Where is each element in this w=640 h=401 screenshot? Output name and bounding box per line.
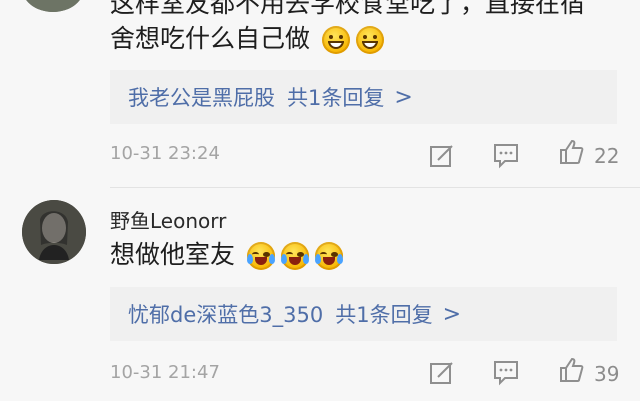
chevron-right-icon: >: [394, 84, 413, 110]
like-count: 22: [594, 144, 620, 168]
replies-link[interactable]: 我老公是黑屁股 共1条回复 >: [110, 70, 617, 124]
grin-icon: [321, 26, 350, 54]
comment-text-line: 想做他室友: [110, 240, 343, 270]
avatar[interactable]: [22, 200, 86, 264]
comment-text-line: 这样室友都不用去学校食堂吃了，直接在宿: [110, 0, 586, 18]
laugh-cry-icon: [246, 242, 275, 270]
username[interactable]: 野鱼Leonorr: [110, 205, 226, 234]
avatar[interactable]: [22, 0, 84, 12]
reply-count[interactable]: 共1条回复: [335, 299, 432, 329]
avatar-image: [22, 200, 86, 264]
emoji-row: [246, 242, 343, 270]
divider: [110, 187, 640, 188]
reply-author[interactable]: 忧郁de深蓝色3_350: [128, 299, 323, 329]
laugh-cry-icon: [280, 242, 309, 270]
grin-icon: [355, 26, 384, 54]
avatar-image: [22, 0, 84, 12]
comment-text: 想做他室友: [110, 240, 236, 269]
thumbs-up-icon[interactable]: [557, 356, 585, 384]
replies-link[interactable]: 忧郁de深蓝色3_350 共1条回复 >: [110, 287, 617, 341]
reply-count[interactable]: 共1条回复: [287, 82, 384, 112]
comment-text: 舍想吃什么自己做: [110, 24, 311, 53]
chevron-right-icon: >: [442, 301, 462, 327]
thumbs-up-icon[interactable]: [557, 138, 585, 166]
comment-icon[interactable]: [492, 358, 520, 386]
laugh-cry-icon: [314, 242, 343, 270]
comment-timestamp: 10-31 21:47: [110, 362, 220, 383]
comment-icon[interactable]: [492, 141, 520, 169]
edit-icon[interactable]: [428, 358, 456, 386]
comment-text-line-2: 舍想吃什么自己做: [110, 24, 384, 54]
comment-timestamp: 10-31 23:24: [110, 143, 220, 164]
like-count: 39: [594, 362, 620, 386]
emoji-row: [321, 26, 384, 54]
reply-author[interactable]: 我老公是黑屁股: [128, 82, 275, 112]
edit-icon[interactable]: [428, 141, 456, 169]
